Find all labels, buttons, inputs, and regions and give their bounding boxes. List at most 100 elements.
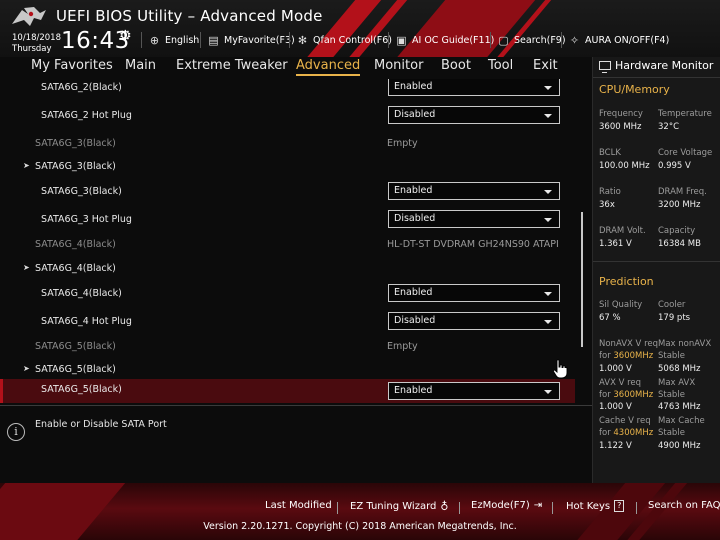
nonavx-req-label: NonAVX V req for 3600MHz [599, 338, 658, 362]
tab-advanced[interactable]: Advanced [296, 58, 361, 76]
setting-row-selected[interactable]: SATA6G_5(Black) Enabled [0, 379, 575, 403]
setting-row[interactable]: SATA6G_2(Black) Enabled [0, 79, 575, 102]
max-cache-title: Max Cache [658, 416, 705, 426]
sil-quality-label: Sil Quality [599, 300, 643, 310]
avx-req-title: AVX V req [599, 378, 642, 388]
hardware-monitor-panel: Hardware Monitor CPU/Memory Frequency 36… [592, 57, 720, 483]
setting-label: SATA6G_2 Hot Plug [41, 110, 132, 121]
max-cache-value: 4900 MHz [658, 441, 701, 451]
setting-dropdown[interactable]: Enabled [388, 284, 560, 302]
setting-row[interactable]: SATA6G_3 Hot Plug Disabled [0, 208, 575, 234]
ai-oc-guide-label: AI OC Guide(F11) [412, 34, 495, 46]
setting-row[interactable]: SATA6G_2 Hot Plug Disabled [0, 104, 575, 130]
submenu-row[interactable]: ➤ SATA6G_4(Black) [0, 257, 575, 283]
fan-icon: ✻ [297, 33, 308, 47]
tab-tool[interactable]: Tool [488, 58, 513, 73]
for-text: for [599, 428, 611, 438]
main-menu-bar: My Favorites Main Extreme Tweaker Advanc… [0, 57, 592, 79]
submenu-label: SATA6G_4(Black) [35, 263, 116, 274]
nonavx-req-title: NonAVX V req [599, 339, 659, 349]
chevron-down-icon [544, 114, 552, 118]
ai-oc-icon: ▣ [396, 33, 407, 47]
setting-label: SATA6G_2(Black) [41, 82, 122, 93]
port-info-label: SATA6G_3(Black) [35, 138, 116, 149]
tab-my-favorites[interactable]: My Favorites [31, 58, 113, 73]
tab-exit[interactable]: Exit [533, 58, 558, 73]
avx-req-freq: 3600MHz [613, 390, 654, 400]
temperature-value: 32°C [658, 122, 680, 132]
tab-main[interactable]: Main [125, 58, 156, 73]
submenu-row[interactable]: ➤ SATA6G_3(Black) [0, 155, 575, 181]
setting-dropdown[interactable]: Enabled [388, 79, 560, 96]
help-key-icon: ? [614, 500, 625, 512]
exit-arrow-icon: ⇥ [533, 500, 543, 511]
search-button[interactable]: ▢ Search(F9) [497, 31, 565, 49]
language-label: English [165, 34, 200, 46]
max-avx-label: Max AVX Stable [658, 377, 695, 401]
submenu-arrow-icon: ➤ [23, 263, 30, 272]
for-text: for [599, 390, 611, 400]
port-info-label: SATA6G_5(Black) [35, 341, 116, 352]
tab-monitor[interactable]: Monitor [374, 58, 423, 73]
header-divider [200, 32, 201, 48]
footer-divider [337, 502, 338, 514]
cache-req-value: 1.122 V [599, 441, 632, 451]
setting-dropdown[interactable]: Disabled [388, 106, 560, 124]
divider [593, 77, 720, 78]
ezmode-button[interactable]: EzMode(F7) ⇥ [471, 500, 542, 511]
setting-dropdown[interactable]: Disabled [388, 210, 560, 228]
setting-row[interactable]: SATA6G_4 Hot Plug Disabled [0, 310, 575, 336]
setting-dropdown[interactable]: Enabled [388, 382, 560, 400]
myfavorite-icon: ▤ [208, 33, 219, 47]
footer-divider [636, 502, 637, 514]
nonavx-req-value: 1.000 V [599, 364, 632, 374]
chevron-down-icon [544, 218, 552, 222]
tab-boot[interactable]: Boot [441, 58, 471, 73]
date-display: 10/18/2018 Thursday [12, 33, 61, 55]
max-nonavx-label: Max nonAVX Stable [658, 338, 711, 362]
copyright-text: Version 2.20.1271. Copyright (C) 2018 Am… [203, 521, 517, 532]
date-text: 10/18/2018 [12, 33, 61, 43]
myfavorite-button[interactable]: ▤ MyFavorite(F3) [207, 31, 294, 49]
footer-divider [552, 502, 553, 514]
lightbulb-icon: ♁ [440, 500, 449, 513]
tab-extreme-tweaker[interactable]: Extreme Tweaker [176, 58, 288, 73]
max-avx-value: 4763 MHz [658, 402, 701, 412]
ez-tuning-wizard-button[interactable]: EZ Tuning Wizard ♁ [350, 500, 448, 513]
last-modified-button[interactable]: Last Modified [265, 500, 332, 511]
port-info-value: Empty [387, 138, 418, 149]
search-on-faq-button[interactable]: Search on FAQ [648, 500, 720, 511]
max-nonavx-title: Max nonAVX [658, 339, 712, 349]
aura-toggle-button[interactable]: ✧ AURA ON/OFF(F4) [568, 31, 669, 49]
chevron-down-icon [544, 292, 552, 296]
setting-label: SATA6G_4 Hot Plug [41, 316, 132, 327]
cache-req-for: for 4300MHz [599, 427, 653, 439]
info-icon: i [7, 423, 25, 441]
chevron-down-icon [544, 190, 552, 194]
clock-settings-gear-icon[interactable]: ⚙ [119, 28, 132, 44]
sil-quality-value: 67 % [599, 313, 621, 323]
dropdown-value: Enabled [394, 385, 433, 396]
ai-oc-guide-button[interactable]: ▣ AI OC Guide(F11) [395, 31, 494, 49]
cooler-label: Cooler [658, 300, 686, 310]
temperature-label: Temperature [658, 109, 712, 119]
search-icon: ▢ [498, 33, 509, 47]
setting-dropdown[interactable]: Disabled [388, 312, 560, 330]
cooler-value: 179 pts [658, 313, 691, 323]
rog-logo-icon [12, 7, 46, 26]
setting-row[interactable]: SATA6G_4(Black) Enabled [0, 282, 575, 308]
scrollbar[interactable] [581, 212, 583, 347]
submenu-arrow-icon: ➤ [23, 161, 30, 170]
hot-keys-button[interactable]: Hot Keys ? [566, 500, 625, 512]
setting-label: SATA6G_3(Black) [41, 186, 122, 197]
max-cache-stable: Stable [658, 428, 685, 438]
language-button[interactable]: ⊕ English [148, 31, 199, 49]
setting-row[interactable]: SATA6G_3(Black) Enabled [0, 180, 575, 206]
capacity-value: 16384 MB [658, 239, 701, 249]
setting-dropdown[interactable]: Enabled [388, 182, 560, 200]
app-title: UEFI BIOS Utility – Advanced Mode [56, 7, 323, 25]
ratio-value: 36x [599, 200, 615, 210]
qfan-control-button[interactable]: ✻ Qfan Control(F6) [296, 31, 392, 49]
submenu-label: SATA6G_5(Black) [35, 364, 116, 375]
qfan-control-label: Qfan Control(F6) [313, 34, 392, 46]
